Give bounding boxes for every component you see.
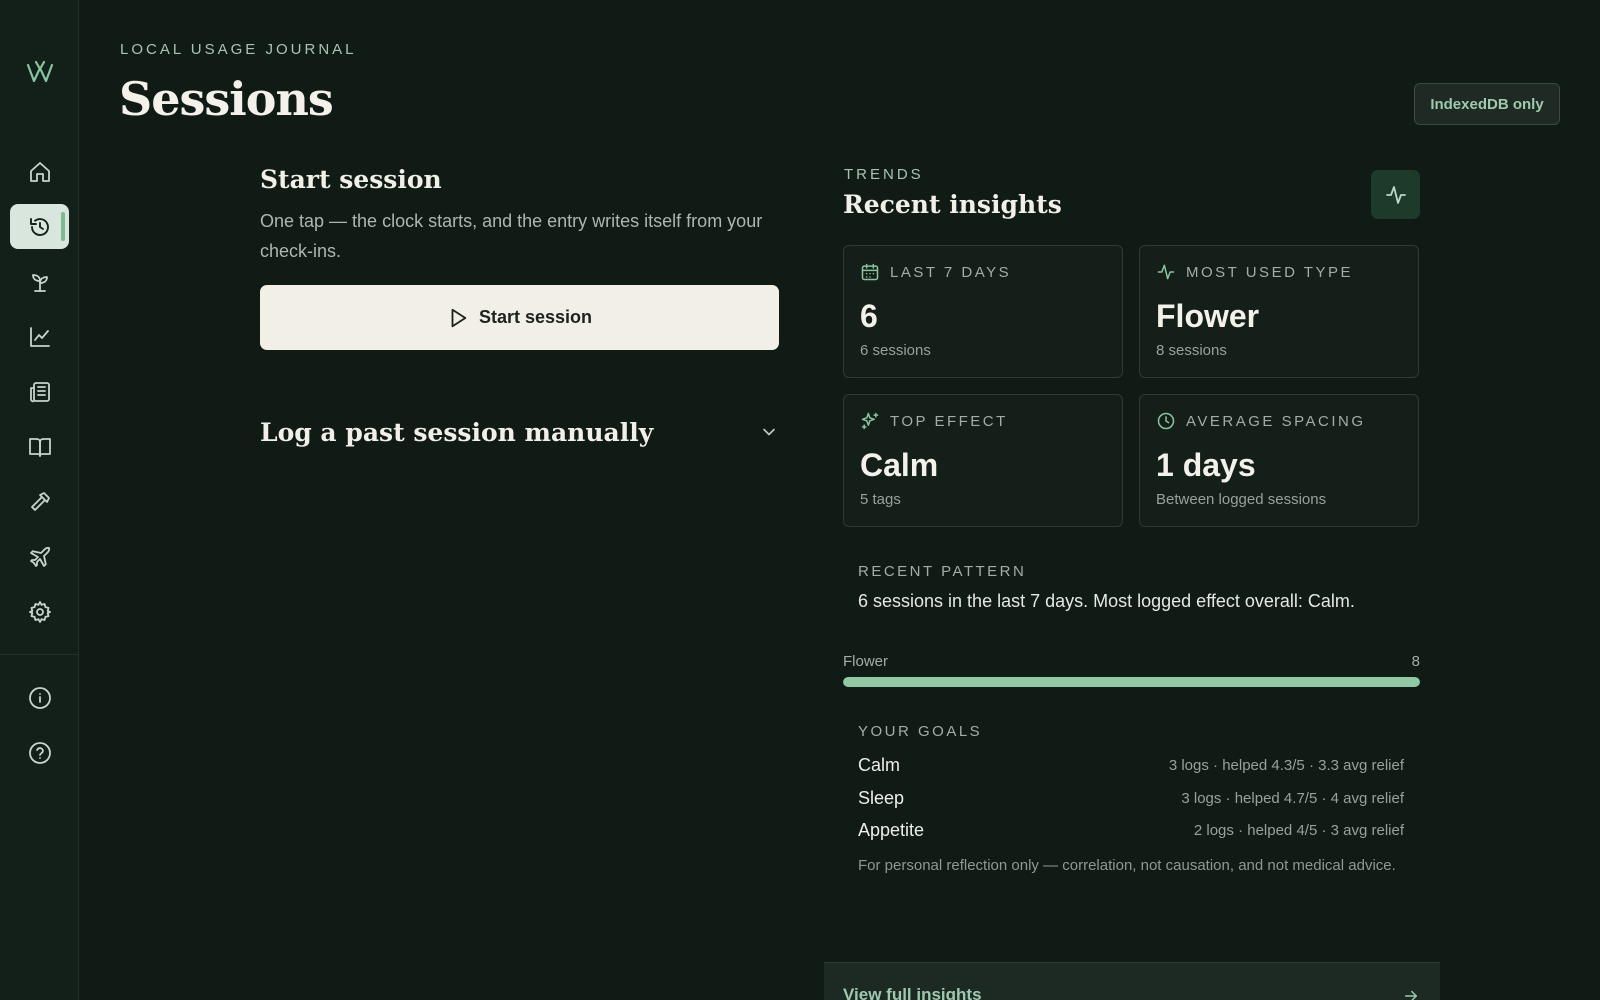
sidebar-item-journal[interactable] xyxy=(10,369,69,414)
hammer-icon xyxy=(30,491,50,511)
stat-card-sub: 8 sessions xyxy=(1156,342,1227,359)
start-session-button-label: Start session xyxy=(478,307,593,327)
activity-icon xyxy=(1385,185,1406,204)
help-icon xyxy=(28,741,51,764)
stat-card-sub: Between logged sessions xyxy=(1156,491,1327,508)
page-eyebrow: LOCAL USAGE JOURNAL xyxy=(120,41,357,58)
stat-card-last-7-days: LAST 7 DAYS 6 6 sessions xyxy=(843,245,1123,378)
sidebar-item-tools[interactable] xyxy=(10,479,69,524)
type-usage-bar-fill xyxy=(843,677,1420,687)
sidebar-item-plants[interactable] xyxy=(10,259,69,304)
line-chart-icon xyxy=(29,326,50,347)
recent-pattern-label: RECENT PATTERN xyxy=(858,563,1027,580)
stat-card-sub: 6 sessions xyxy=(860,342,931,359)
stat-card-value: 1 days xyxy=(1156,447,1256,483)
sidebar-item-home[interactable] xyxy=(10,149,69,194)
stat-card-value: Flower xyxy=(1156,298,1260,334)
page-title: Sessions xyxy=(119,72,334,126)
manual-session-toggle[interactable]: Log a past session manually xyxy=(260,412,779,452)
insights-title: Recent insights xyxy=(843,190,1062,219)
goal-name: Calm xyxy=(858,754,901,775)
type-bar-count: 8 xyxy=(1411,653,1420,670)
home-icon xyxy=(29,161,50,182)
stat-card-label: TOP EFFECT xyxy=(890,412,1008,430)
stat-card-top-effect: TOP EFFECT Calm 5 tags xyxy=(843,394,1123,527)
sidebar-item-travel[interactable] xyxy=(10,534,69,579)
info-icon xyxy=(28,686,51,709)
stat-card-most-used-type: MOST USED TYPE Flower 8 sessions xyxy=(1139,245,1419,378)
goal-stats: 3 logs · helped 4.7/5 · 4 avg relief xyxy=(1181,789,1404,807)
sparkles-icon xyxy=(861,412,879,430)
start-session-title: Start session xyxy=(260,165,442,194)
stat-card-sub: 5 tags xyxy=(860,491,901,508)
goal-name: Appetite xyxy=(858,819,925,840)
stat-card-average-spacing: AVERAGE SPACING 1 days Between logged se… xyxy=(1139,394,1419,527)
type-bar-label: Flower xyxy=(843,653,889,670)
disclaimer: For personal reflection only — correlati… xyxy=(858,857,1396,874)
goal-stats: 3 logs · helped 4.3/5 · 3.3 avg relief xyxy=(1168,756,1404,774)
sidebar-item-about[interactable] xyxy=(10,675,69,720)
activity-icon xyxy=(1157,264,1175,280)
sidebar-item-settings[interactable] xyxy=(10,589,69,634)
sidebar xyxy=(0,0,79,1000)
goal-name: Sleep xyxy=(858,787,905,808)
goal-row: Appetite 2 logs · helped 4/5 · 3 avg rel… xyxy=(858,818,1404,842)
view-full-insights-button[interactable]: View full insights xyxy=(824,962,1440,1000)
w-logo-icon[interactable] xyxy=(24,56,56,88)
stat-card-label: LAST 7 DAYS xyxy=(890,263,1012,281)
newspaper-icon xyxy=(29,381,50,402)
chevron-down-icon xyxy=(763,428,775,436)
stat-card-label: AVERAGE SPACING xyxy=(1186,412,1366,430)
calendar-icon xyxy=(861,263,879,281)
sidebar-item-sessions[interactable] xyxy=(10,204,69,249)
storage-badge: IndexedDB only xyxy=(1414,83,1560,125)
start-session-description: One tap — the clock starts, and the entr… xyxy=(260,211,763,261)
trends-eyebrow: TRENDS xyxy=(844,166,924,183)
arrow-right-icon xyxy=(1405,990,1417,1000)
book-open-icon xyxy=(28,437,51,457)
sidebar-item-help[interactable] xyxy=(10,730,69,775)
play-icon xyxy=(451,308,467,327)
recent-pattern-text: 6 sessions in the last 7 days. Most logg… xyxy=(858,591,1355,611)
start-session-button[interactable]: Start session xyxy=(260,285,779,350)
sidebar-divider xyxy=(0,654,79,655)
session-clock-icon xyxy=(29,217,49,236)
view-full-insights-label: View full insights xyxy=(843,985,982,1000)
trends-button[interactable] xyxy=(1371,170,1420,219)
gear-icon xyxy=(28,600,51,623)
goal-stats: 2 logs · helped 4/5 · 3 avg relief xyxy=(1193,821,1404,839)
goals-label: YOUR GOALS xyxy=(858,723,983,740)
clock-icon xyxy=(1157,412,1175,430)
stat-card-label: MOST USED TYPE xyxy=(1186,263,1353,281)
stat-card-value: Calm xyxy=(860,447,939,483)
goal-row: Sleep 3 logs · helped 4.7/5 · 4 avg reli… xyxy=(858,786,1404,810)
sprout-icon xyxy=(31,273,48,292)
plane-icon xyxy=(29,546,50,567)
sidebar-item-library[interactable] xyxy=(10,424,69,469)
type-usage-bar xyxy=(843,677,1420,687)
manual-session-title: Log a past session manually xyxy=(260,417,654,447)
sidebar-item-trends[interactable] xyxy=(10,314,69,359)
goal-row: Calm 3 logs · helped 4.3/5 · 3.3 avg rel… xyxy=(858,753,1404,777)
stat-card-value: 6 xyxy=(860,298,878,334)
